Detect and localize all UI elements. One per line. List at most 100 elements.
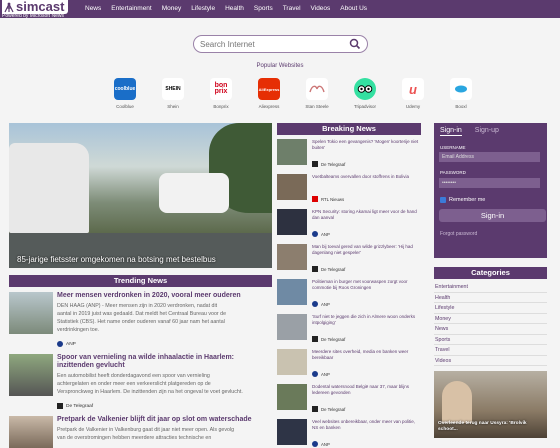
category-travel[interactable]: Travel [434,345,547,356]
trending-item[interactable]: Meer mensen verdronken in 2020, vooral m… [9,292,272,347]
source-name: De Telegraaf [321,406,346,412]
site-shein[interactable]: SHEIN Shein [149,78,197,109]
category-sports[interactable]: Sports [434,335,547,345]
breaking-thumbnail[interactable] [277,349,307,375]
site-label: Tripadvisor [353,104,377,109]
categories-title: Categories [434,267,547,279]
nav-videos[interactable]: Videos [306,0,336,18]
site-tripadvisor[interactable]: Tripadvisor [341,78,389,109]
site-aliexpress[interactable]: AliExpress Aliexpress [245,78,293,109]
trending-item[interactable]: Spoor van vernieling na wilde inhaalacti… [9,354,272,409]
nav-sports[interactable]: Sports [249,0,278,18]
remember-checkbox[interactable] [440,197,446,203]
category-videos[interactable]: Videos [434,356,547,366]
breaking-item[interactable]: 'Surf niet te jeggen die zich in Almere … [277,314,421,348]
breaking-item[interactable]: Veel websites onbereikbaar, onder meer v… [277,419,421,448]
coolblue-logo-text: coolblue [114,86,136,92]
hero-article[interactable]: 85-jarige fietsster omgekomen na botsing… [9,123,272,268]
trending-item-title[interactable]: Spoor van vernieling na wilde inhaalacti… [57,354,272,370]
source-name: De Telegraaf [66,403,94,409]
anp-icon [312,231,318,237]
site-label: Aliexpress [258,104,280,109]
breaking-thumbnail[interactable] [277,174,307,200]
breaking-source: De Telegraaf [312,336,345,342]
breaking-item-title[interactable]: Dodental watersnood België naar 37, maar… [312,384,420,395]
nav-health[interactable]: Health [220,0,249,18]
trending-item-title[interactable]: Meer mensen verdronken in 2020, vooral m… [57,292,272,300]
nav-travel[interactable]: Travel [278,0,306,18]
breaking-thumbnail[interactable] [277,244,307,270]
categories-list: Entertainment Health Lifestyle Money New… [434,282,547,366]
email-field[interactable]: Email Address [439,152,540,162]
site-udemy[interactable]: u Udemy [389,78,437,109]
nav-money[interactable]: Money [157,0,187,18]
breaking-item[interactable]: Dodental watersnood België naar 37, maar… [277,384,421,418]
category-health[interactable]: Health [434,293,547,303]
breaking-item-title[interactable]: Veel websites onbereikbaar, onder meer v… [312,419,420,430]
breaking-item[interactable]: Voetbalteams overvallen door stoffrens i… [277,174,421,208]
breaking-source: De Telegraaf [312,266,345,272]
breaking-item-title[interactable]: Man bij toeval gered van wilde grizzlybe… [312,244,420,255]
tab-signup[interactable]: Sign-up [475,127,499,136]
hero-caption[interactable]: 85-jarige fietsster omgekomen na botsing… [17,255,216,264]
site-stan-steele[interactable]: Stan Steele [293,78,341,109]
trending-thumbnail[interactable] [9,416,53,448]
nav-lifestyle[interactable]: Lifestyle [186,0,220,18]
breaking-item-title[interactable]: Meerdere sites overheid, media en banken… [312,349,420,360]
trending-thumbnail[interactable] [9,354,53,396]
breaking-item[interactable]: Politieman in burger met voorwaspen zorg… [277,279,421,313]
site-booxl[interactable]: Booxl [437,78,485,109]
brand-name: simcast [2,0,69,14]
text-line: van de overstromingen hebben meerdere at… [57,435,212,441]
breaking-item[interactable]: KPN Security: storing Akamai ligt meer v… [277,209,421,243]
breaking-source: De Telegraaf [312,406,345,412]
promo-article[interactable]: Overleende terug naar Ussyra: 'Brolvik s… [434,371,547,438]
remember-me[interactable]: Remember me [440,197,485,203]
site-bonprix[interactable]: bon prix Bonprix [197,78,245,109]
trending-item-title[interactable]: Pretpark de Valkenier blijft dit jaar op… [57,416,272,424]
category-money[interactable]: Money [434,314,547,324]
promo-caption[interactable]: Overleende terug naar Ussyra: 'Brolvik s… [438,421,543,433]
breaking-thumbnail[interactable] [277,384,307,410]
search-icon[interactable] [349,38,361,50]
udemy-logo-text: u [409,81,417,97]
breaking-item-title[interactable]: Politieman in burger met voorwaspen zorg… [312,279,420,290]
trending-item-text: Een automobilist heeft donderdagavond ee… [57,372,272,396]
anp-icon [57,341,63,347]
breaking-thumbnail[interactable] [277,419,307,445]
search-input[interactable] [200,38,345,50]
site-coolblue[interactable]: coolblue Coolblue [101,78,149,109]
forgot-password-link[interactable]: Forgot password [440,231,477,237]
category-news[interactable]: News [434,324,547,335]
breaking-item-title[interactable]: Voetbalteams overvallen door stoffrens i… [312,174,420,180]
breaking-item[interactable]: Meerdere sites overheid, media en banken… [277,349,421,383]
breaking-source: RTL Nieuws [312,196,344,202]
shein-icon: SHEIN [162,78,184,100]
signin-button[interactable]: Sign-in [439,209,546,222]
breaking-item-title[interactable]: KPN Security: storing Akamai ligt meer v… [312,209,420,220]
category-entertainment[interactable]: Entertainment [434,282,547,293]
promo-image-person [442,381,472,423]
breaking-item[interactable]: Spelen Tokio een gevangenis? 'Mogen’ koo… [277,139,421,173]
popular-websites-list: coolblue Coolblue SHEIN Shein bon prix B… [101,78,485,109]
trending-item[interactable]: Pretpark de Valkenier blijft dit jaar op… [9,416,272,448]
category-lifestyle[interactable]: Lifestyle [434,303,547,314]
breaking-thumbnail[interactable] [277,209,307,235]
nav-entertainment[interactable]: Entertainment [106,0,156,18]
trending-thumbnail[interactable] [9,292,53,334]
text-line: Verspronckweg in Haarlem. De inzittenden… [57,389,243,395]
tab-signin[interactable]: Sign-in [440,127,462,136]
breaking-item-title[interactable]: 'Surf niet te jeggen die zich in Almere … [312,314,420,325]
breaking-thumbnail[interactable] [277,279,307,305]
site-label: Udemy [405,104,421,109]
password-field[interactable]: •••••••• [439,178,540,188]
nav-about-us[interactable]: About Us [335,0,372,18]
text-line: DEN HAAG (ANP) - Meer mensen zijn in 202… [57,303,218,309]
hero-image-van [9,143,89,233]
nav-news[interactable]: News [80,0,106,18]
breaking-thumbnail[interactable] [277,139,307,165]
breaking-item[interactable]: Man bij toeval gered van wilde grizzlybe… [277,244,421,278]
breaking-thumbnail[interactable] [277,314,307,340]
breaking-item-title[interactable]: Spelen Tokio een gevangenis? 'Mogen’ koo… [312,139,420,150]
anp-icon [312,301,318,307]
